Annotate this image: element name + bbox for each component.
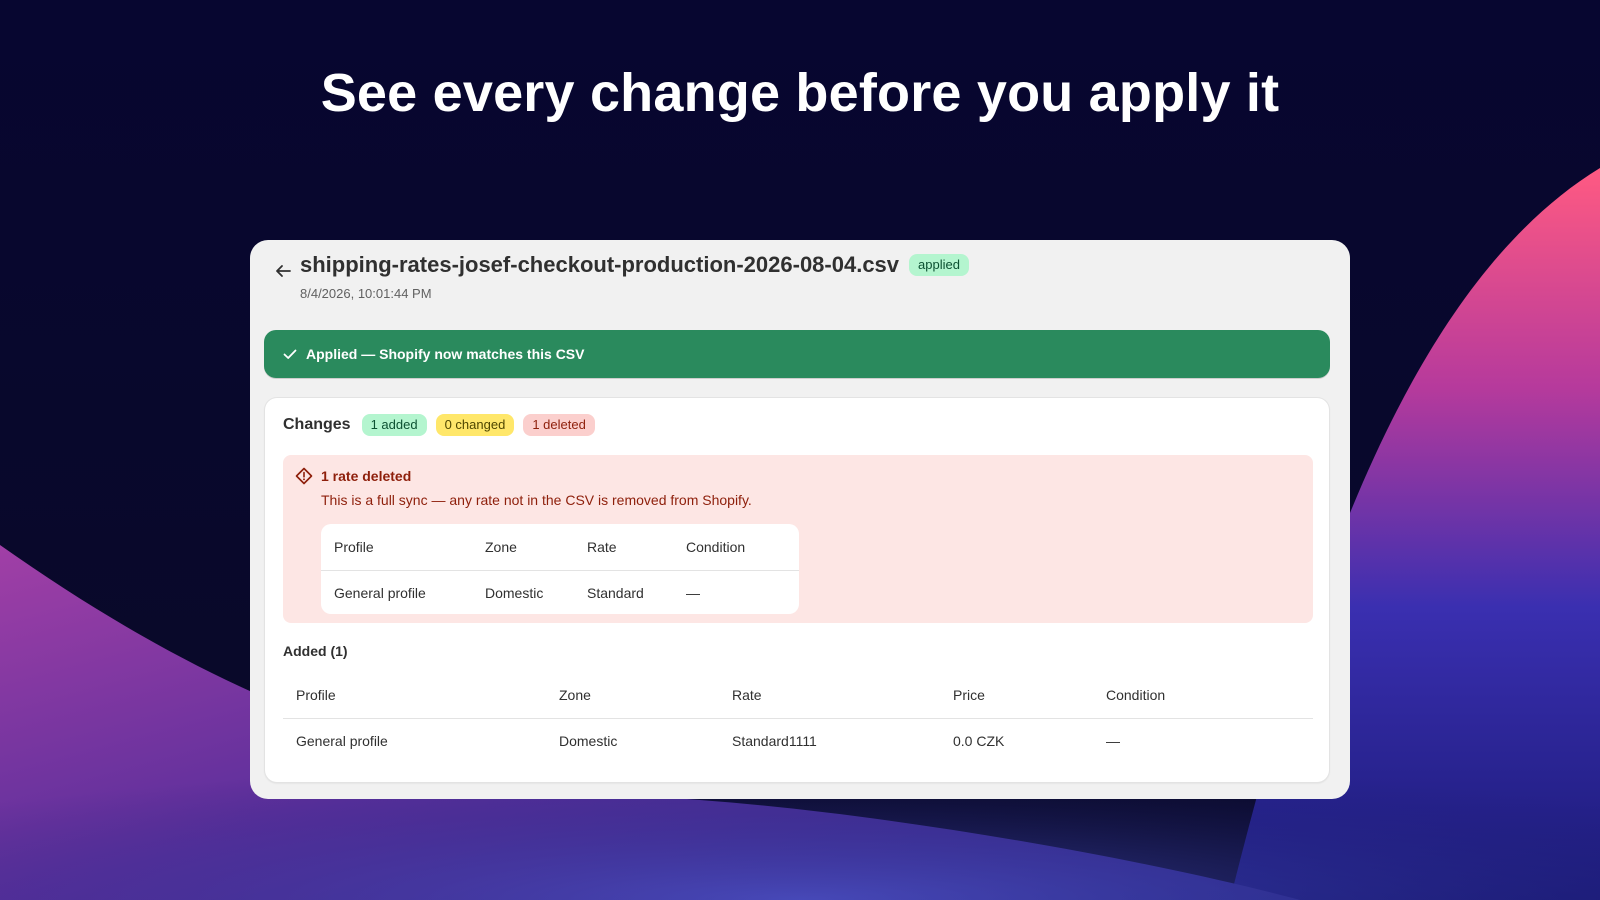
cell-rate: Standard1111 (732, 733, 817, 749)
arrow-left-icon (276, 265, 291, 277)
added-count-badge: 1 added (361, 414, 427, 436)
cell-zone: Domestic (559, 733, 618, 749)
added-rates-table: Profile Zone Rate Price Condition Genera… (283, 672, 1313, 763)
cell-condition: — (686, 585, 700, 601)
checkmark-icon (283, 349, 297, 359)
column-header-condition: Condition (686, 539, 746, 555)
column-header-profile: Profile (334, 539, 374, 555)
changed-count-badge: 0 changed (435, 414, 515, 436)
changes-title: Changes (283, 416, 351, 433)
alert-diamond-icon (295, 467, 313, 485)
added-section-title: Added (1) (283, 643, 348, 659)
banner-text: Applied — Shopify now matches this CSV (306, 346, 585, 362)
title-row: shipping-rates-josef-checkout-production… (300, 252, 969, 278)
column-header-condition: Condition (1106, 687, 1166, 703)
table-header-row: Profile Zone Rate Price Condition (283, 672, 1313, 719)
back-button[interactable] (270, 258, 296, 284)
cell-price: 0.0 CZK (953, 733, 1005, 749)
cell-profile: General profile (296, 733, 388, 749)
success-banner: Applied — Shopify now matches this CSV (264, 330, 1330, 378)
deleted-rates-callout: 1 rate deleted This is a full sync — any… (283, 455, 1313, 623)
cell-condition: — (1106, 733, 1120, 749)
cell-rate: Standard (587, 585, 644, 601)
cell-profile: General profile (334, 585, 426, 601)
callout-description: This is a full sync — any rate not in th… (321, 492, 752, 508)
page-title: shipping-rates-josef-checkout-production… (300, 252, 900, 277)
deleted-count-badge: 1 deleted (523, 414, 595, 436)
cell-zone: Domestic (485, 585, 544, 601)
column-header-rate: Rate (732, 687, 762, 703)
changes-card: Changes 1 added 0 changed 1 deleted 1 ra… (265, 398, 1329, 782)
app-window: shipping-rates-josef-checkout-production… (250, 240, 1350, 799)
status-badge: applied (909, 254, 969, 276)
page-header: shipping-rates-josef-checkout-production… (270, 252, 1330, 312)
table-header-row: Profile Zone Rate Condition (321, 524, 799, 571)
column-header-rate: Rate (587, 539, 617, 555)
column-header-zone: Zone (559, 687, 591, 703)
table-row: General profile Domestic Standard — (321, 571, 799, 615)
changes-header: Changes 1 added 0 changed 1 deleted (283, 414, 595, 436)
column-header-zone: Zone (485, 539, 517, 555)
callout-title: 1 rate deleted (321, 468, 412, 484)
deleted-rates-table: Profile Zone Rate Condition General prof… (321, 524, 799, 614)
timestamp: 8/4/2026, 10:01:44 PM (300, 286, 432, 301)
table-row: General profile Domestic Standard1111 0.… (283, 719, 1313, 764)
page-headline: See every change before you apply it (320, 63, 1280, 123)
column-header-profile: Profile (296, 687, 336, 703)
column-header-price: Price (953, 687, 985, 703)
